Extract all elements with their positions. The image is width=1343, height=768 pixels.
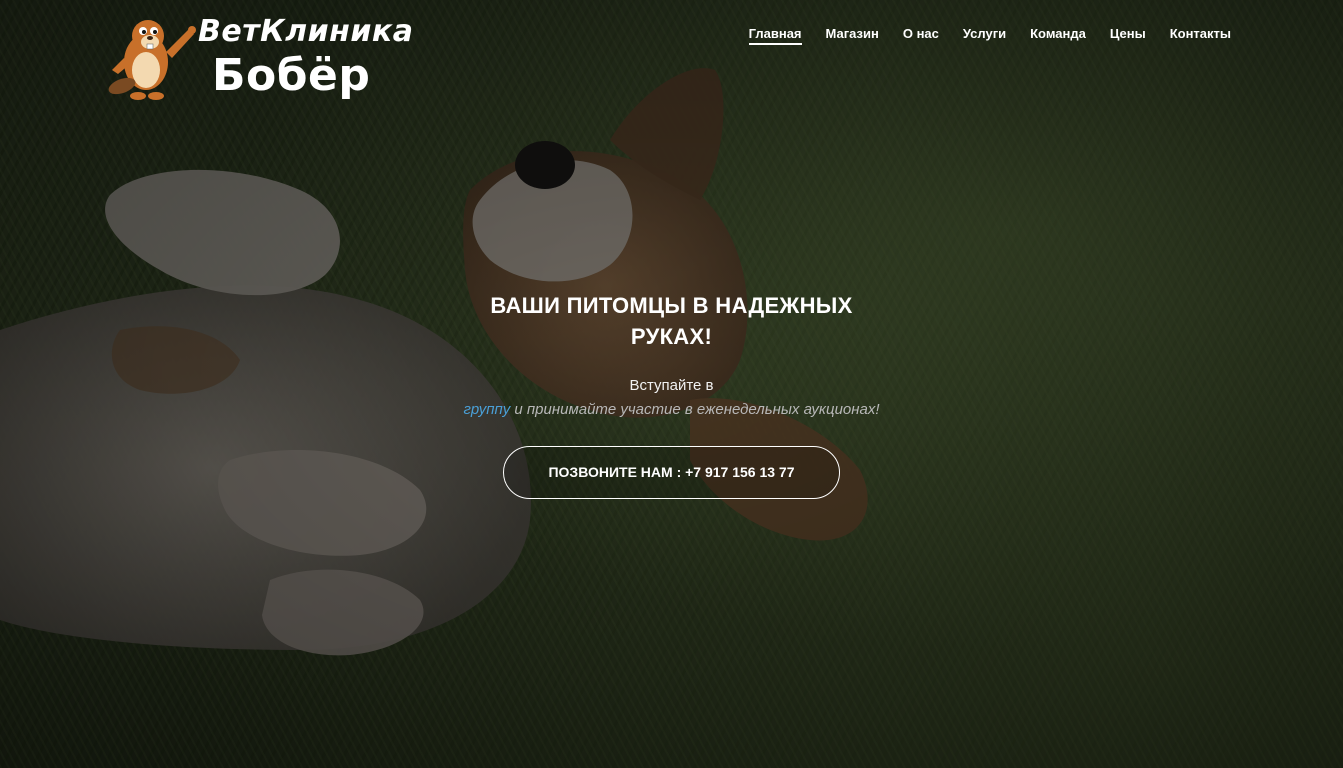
hero-subtitle-line2: группу и принимайте участие в еженедельн… [0,400,1343,420]
logo-title-line1: ВетКлиника [198,14,414,49]
nav-item-label: Магазин [825,26,879,41]
nav-item-home[interactable]: Главная [737,25,814,47]
nav-item-contacts[interactable]: Контакты [1158,25,1243,47]
hero-subtitle-rest: и принимайте участие в еженедельных аукц… [510,401,880,418]
nav-item-label: Команда [1030,26,1086,41]
logo-title-line2: Бобёр [212,50,371,101]
hero-subtitle-line1: Вступайте в [629,377,714,394]
nav-item-label: Контакты [1169,26,1231,41]
nav-item-label: Цены [1109,26,1146,41]
beaver-mascot-icon [108,20,196,100]
hero-content: ВАШИ ПИТОМЦЫ В НАДЕЖНЫХ РУКАХ! Вступайте… [0,290,1343,499]
nav-item-label: Услуги [962,26,1007,41]
site-logo[interactable]: ВетКлиника Бобёр [104,12,413,108]
nav-item-shop[interactable]: Магазин [814,25,891,47]
main-nav: Главная Магазин О нас Услуги Команда Цен… [737,25,1243,47]
nav-item-label: Главная [748,26,802,45]
hero-headline: ВАШИ ПИТОМЦЫ В НАДЕЖНЫХ РУКАХ! [490,293,853,349]
call-us-button[interactable]: ПОЗВОНИТЕ НАМ : +7 917 156 13 77 [503,446,840,499]
hero-section: ВетКлиника Бобёр Главная Магазин О нас У… [0,0,1343,768]
group-link[interactable]: группу [463,401,510,418]
nav-item-about[interactable]: О нас [891,25,951,47]
nav-item-services[interactable]: Услуги [951,25,1018,47]
nav-item-label: О нас [902,26,939,41]
nav-item-team[interactable]: Команда [1018,25,1098,47]
nav-item-prices[interactable]: Цены [1098,25,1158,47]
